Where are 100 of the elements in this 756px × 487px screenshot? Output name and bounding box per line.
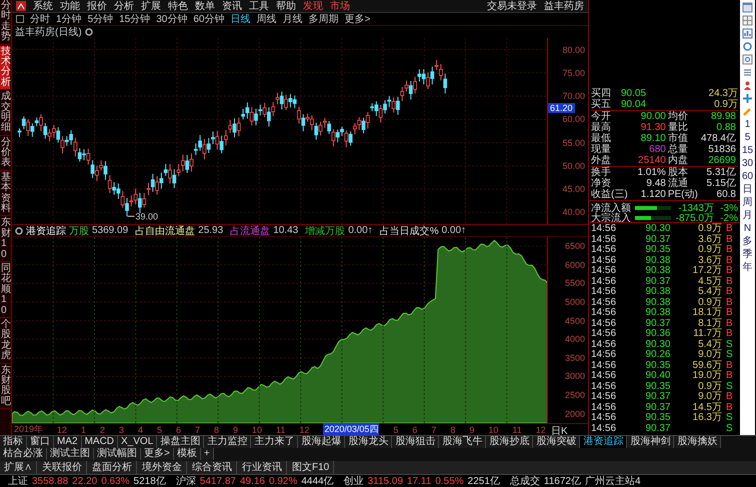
indicator-tab[interactable]: X_VOL [118, 436, 158, 448]
indicator-tab[interactable]: 股海突破 [533, 436, 580, 448]
indicator-tab[interactable]: 股海擒妖 [674, 436, 722, 448]
period-button[interactable]: 季 [742, 249, 752, 260]
square-icon[interactable] [16, 15, 24, 23]
bar-chart-icon[interactable] [742, 28, 753, 39]
period-tab[interactable]: 更多> [344, 12, 370, 26]
indicator-tab[interactable]: MACD [82, 436, 118, 448]
pencil-icon[interactable] [742, 106, 753, 117]
period-tab[interactable]: 5分钟 [88, 12, 114, 26]
indicator-tab[interactable]: 主力监控 [204, 436, 252, 448]
period-button[interactable]: 60 [742, 171, 754, 182]
grid-icon[interactable] [742, 15, 753, 26]
indicator-tab[interactable]: 股海神剑 [627, 436, 674, 448]
menu-item[interactable]: 扩展 [141, 0, 161, 13]
trade-side: B [726, 266, 734, 276]
indicator-tab[interactable]: + [200, 448, 214, 460]
period-tab[interactable]: 60分钟 [193, 12, 224, 26]
period-tab[interactable]: 日线 [230, 12, 250, 26]
period-tab[interactable]: 1分钟 [56, 12, 82, 26]
period-button[interactable]: 年 [742, 262, 752, 273]
indicator-value: 25.93 [198, 225, 224, 236]
indicator-tab[interactable]: 股海龙头 [345, 436, 392, 448]
indicator-tab[interactable]: 操盘主图 [157, 436, 204, 448]
side-tab[interactable]: 分时走势 [0, 0, 10, 45]
side-tab[interactable]: 同花顺10 [0, 262, 10, 318]
flow-percent: -3% [719, 202, 738, 214]
person-icon[interactable] [742, 80, 753, 91]
axis-label: 60.00 [562, 114, 585, 124]
date-axis-label: 12 [57, 424, 68, 434]
indicator-tab[interactable]: 指标 [0, 436, 27, 448]
login-status[interactable]: 交易未登录 [487, 0, 537, 13]
indicator-tab[interactable]: 枯合必涨 [0, 448, 47, 460]
trade-price: 90.35 [644, 413, 672, 424]
period-button[interactable]: 多 [742, 236, 752, 247]
period-tab[interactable]: 周线 [256, 12, 276, 26]
side-tab[interactable]: 分价表 [0, 136, 10, 171]
indicator-tab[interactable]: 测试幅图 [94, 448, 141, 460]
trade-side: B [726, 371, 734, 382]
trade-time: 14:56 [591, 224, 618, 234]
period-button[interactable]: 月 [742, 210, 752, 221]
side-tab[interactable]: 基本资料 [0, 172, 10, 216]
period-button[interactable]: 30 [742, 158, 754, 169]
side-tab[interactable]: 东财股吧 [0, 364, 10, 410]
period-button[interactable]: 5 [744, 132, 750, 143]
axis-label: 40.00 [562, 207, 585, 218]
menu-item[interactable]: 数单 [195, 0, 215, 13]
period-button[interactable]: N [744, 223, 752, 234]
period-button[interactable]: 15 [742, 145, 754, 156]
period-tab[interactable]: 多周期 [308, 12, 338, 26]
period-button[interactable]: 周 [742, 197, 752, 208]
menu-item[interactable]: 报价 [87, 0, 107, 13]
menu-item[interactable]: 功能 [60, 0, 80, 13]
trade-volume: 0.9万 [697, 245, 723, 256]
period-tab[interactable]: 分时 [30, 12, 50, 26]
date-axis-label: 2019年 [14, 423, 44, 436]
indicator-tab[interactable]: 股海抄底 [486, 436, 534, 448]
index-percent: 0.92% [268, 475, 298, 487]
indicator-tab[interactable]: 港资追踪 [580, 436, 628, 448]
side-tab[interactable]: 东财10 [0, 217, 10, 262]
axis-label: 2000 [564, 408, 585, 419]
menu-item[interactable]: 工具 [249, 0, 269, 13]
list-icon[interactable] [742, 67, 753, 78]
date-axis-label: 8 [450, 424, 456, 434]
menu-item[interactable]: 特色 [168, 0, 188, 13]
index-change: 22.20 [72, 475, 98, 487]
indicator-tab[interactable]: 更多> [141, 448, 174, 460]
indicator-tab[interactable]: 股海狙击 [392, 436, 440, 448]
quote-label: 外盘 [591, 155, 612, 166]
menu-item[interactable]: 分析 [114, 0, 134, 13]
indicator-tab[interactable]: 股海起爆 [298, 436, 346, 448]
bid-volume: 24.3万 [708, 88, 738, 99]
period-tab[interactable]: 15分钟 [119, 12, 150, 26]
menu-item[interactable]: 帮助 [276, 0, 296, 13]
indicator-tab[interactable]: 测试主图 [47, 448, 94, 460]
indicator-tab[interactable]: 模板 [174, 448, 201, 460]
indicator-tab[interactable]: 窗口 [27, 436, 54, 448]
menu-item[interactable]: 发现 [303, 0, 323, 13]
side-tab[interactable]: 成交明细 [0, 91, 10, 136]
flow-amount: -875.0万 [674, 212, 714, 224]
move-icon[interactable] [742, 93, 753, 104]
side-tab[interactable]: 个股龙虎 [0, 318, 10, 364]
window-icon[interactable] [742, 2, 753, 13]
target-icon[interactable] [742, 54, 753, 65]
menu-item[interactable]: 市场 [330, 0, 350, 13]
indicator-tab[interactable]: MA2 [54, 436, 82, 448]
indicator-tab[interactable]: 股海飞牛 [439, 436, 486, 448]
indicator-tab[interactable]: 主力来了 [251, 436, 298, 448]
period-button[interactable]: 日 [742, 184, 752, 195]
trade-price: 90.37 [644, 392, 672, 402]
period-button[interactable]: 1 [744, 119, 750, 130]
index-amount: 4444亿 [301, 475, 334, 487]
trade-time: 14:56 [591, 256, 618, 266]
app-logo-icon [16, 1, 26, 11]
menu-item[interactable]: 系统 [33, 0, 53, 13]
menu-item[interactable]: 资讯 [222, 0, 242, 13]
period-tab[interactable]: 月线 [282, 12, 302, 26]
date-axis-label: 4 [138, 424, 144, 434]
date-axis-label: 2020/03/05四 [323, 423, 380, 436]
period-tab[interactable]: 30分钟 [156, 12, 188, 26]
